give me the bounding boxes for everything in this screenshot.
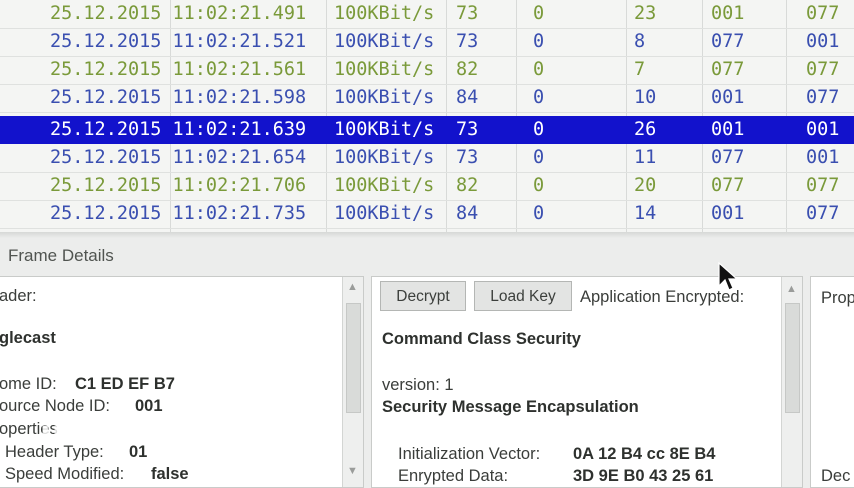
header-type-value: 01 xyxy=(129,443,148,461)
iv-value: 0A 12 B4 cc 8E B4 xyxy=(573,445,716,463)
packet-row[interactable]: 25.12.2015 11:02:21.735 100KBit/s 84 0 1… xyxy=(0,200,854,229)
cell: 0 xyxy=(533,31,545,52)
scroll-up-arrow-icon[interactable]: ▲ xyxy=(347,281,358,293)
cell: 001 xyxy=(806,119,840,140)
command-details-panel: Decrypt Load Key Application Encrypted: … xyxy=(371,276,803,488)
encrypted-data-label: Enrypted Data: xyxy=(398,467,509,485)
timestamp-cell: 25.12.2015 11:02:21.735 xyxy=(50,203,307,224)
usa-logo-watermark: usa xyxy=(40,413,101,451)
cell: 0 xyxy=(533,119,545,140)
cell: 0 xyxy=(533,3,545,24)
section-divider xyxy=(0,232,854,238)
cell: 11 xyxy=(634,147,657,168)
version-label: version: 1 xyxy=(382,376,454,394)
load-key-button[interactable]: Load Key xyxy=(474,281,572,311)
frame-details-title: Frame Details xyxy=(8,246,114,265)
singlecast-label: glecast xyxy=(0,329,56,347)
packet-row-selected[interactable]: 25.12.2015 11:02:21.639 100KBit/s 73 0 2… xyxy=(0,116,854,144)
rate-cell: 100KBit/s xyxy=(334,87,435,108)
packet-row[interactable]: 25.12.2015 11:02:21.491 100KBit/s 73 0 2… xyxy=(0,0,854,29)
timestamp-cell: 25.12.2015 11:02:21.639 xyxy=(50,119,307,140)
cell: 73 xyxy=(456,119,479,140)
cell: 077 xyxy=(806,3,840,24)
home-id-label: ome ID: xyxy=(0,375,57,393)
timestamp-cell: 25.12.2015 11:02:21.598 xyxy=(50,87,307,108)
cell: 077 xyxy=(806,59,840,80)
scroll-up-arrow-icon[interactable]: ▲ xyxy=(786,283,797,295)
rate-cell: 100KBit/s xyxy=(334,203,435,224)
rate-cell: 100KBit/s xyxy=(334,59,435,80)
rate-cell: 100KBit/s xyxy=(334,31,435,52)
packet-table: 25.12.2015 11:02:21.491 100KBit/s 73 0 2… xyxy=(0,0,854,232)
timestamp-cell: 25.12.2015 11:02:21.521 xyxy=(50,31,307,52)
scroll-down-arrow-icon[interactable]: ▼ xyxy=(347,465,358,477)
cell: 84 xyxy=(456,203,479,224)
decrypt-button[interactable]: Decrypt xyxy=(380,281,466,311)
cell: 001 xyxy=(711,203,745,224)
encrypted-data-value: 3D 9E B0 43 25 61 xyxy=(573,467,714,485)
timestamp-cell: 25.12.2015 11:02:21.491 xyxy=(50,3,307,24)
command-class-label: Command Class Security xyxy=(382,330,581,348)
cell: 001 xyxy=(711,3,745,24)
properties-title: Prop xyxy=(821,289,854,307)
header-label: ader: xyxy=(0,287,37,305)
message-type-label: Security Message Encapsulation xyxy=(382,398,639,416)
cell: 0 xyxy=(533,147,545,168)
source-node-value: 001 xyxy=(135,397,163,415)
cell: 077 xyxy=(711,147,745,168)
cell: 73 xyxy=(456,147,479,168)
cell: 077 xyxy=(711,31,745,52)
header-panel-scrollbar[interactable]: ▲ ▼ xyxy=(342,277,363,487)
rate-cell: 100KBit/s xyxy=(334,175,435,196)
cell: 14 xyxy=(634,203,657,224)
packet-row[interactable]: 25.12.2015 11:02:21.521 100KBit/s 73 0 8… xyxy=(0,28,854,57)
cell: 077 xyxy=(806,203,840,224)
speed-modified-label: Speed Modified: xyxy=(5,465,125,483)
rate-cell: 100KBit/s xyxy=(334,147,435,168)
timestamp-cell: 25.12.2015 11:02:21.654 xyxy=(50,147,307,168)
cell: 077 xyxy=(806,175,840,196)
cell: 73 xyxy=(456,3,479,24)
timestamp-cell: 25.12.2015 11:02:21.561 xyxy=(50,59,307,80)
cell: 7 xyxy=(634,59,646,80)
cell: 077 xyxy=(711,59,745,80)
cell: 23 xyxy=(634,3,657,24)
scroll-thumb[interactable] xyxy=(785,303,800,413)
cell: 001 xyxy=(711,119,745,140)
cell: 82 xyxy=(456,175,479,196)
cell: 0 xyxy=(533,59,545,80)
properties-bottom-label: Dec xyxy=(821,467,851,485)
scroll-thumb[interactable] xyxy=(346,303,361,413)
cell: 077 xyxy=(711,175,745,196)
timestamp-cell: 25.12.2015 11:02:21.706 xyxy=(50,175,307,196)
rate-cell: 100KBit/s xyxy=(334,119,435,140)
cell: 84 xyxy=(456,87,479,108)
cell: 20 xyxy=(634,175,657,196)
mouse-cursor-icon xyxy=(718,262,739,291)
command-panel-scrollbar[interactable]: ▲ xyxy=(781,277,802,487)
cell: 077 xyxy=(806,87,840,108)
header-details-panel: ader: glecast ome ID: C1 ED EF B7 ource … xyxy=(0,276,364,488)
packet-row[interactable]: 25.12.2015 11:02:21.598 100KBit/s 84 0 1… xyxy=(0,84,854,113)
speed-modified-value: false xyxy=(151,465,189,483)
home-id-value: C1 ED EF B7 xyxy=(75,375,175,393)
rate-cell: 100KBit/s xyxy=(334,3,435,24)
packet-row[interactable]: 25.12.2015 11:02:21.654 100KBit/s 73 0 1… xyxy=(0,144,854,173)
packet-row[interactable]: 25.12.2015 11:02:21.561 100KBit/s 82 0 7… xyxy=(0,56,854,85)
cell: 001 xyxy=(806,147,840,168)
packet-row[interactable]: 25.12.2015 11:02:21.706 100KBit/s 82 0 2… xyxy=(0,172,854,201)
cell: 26 xyxy=(634,119,657,140)
cell: 0 xyxy=(533,203,545,224)
cell: 8 xyxy=(634,31,646,52)
cell: 82 xyxy=(456,59,479,80)
cell: 73 xyxy=(456,31,479,52)
cell: 10 xyxy=(634,87,657,108)
cell: 0 xyxy=(533,175,545,196)
properties-panel: Prop Dec xyxy=(810,276,854,488)
cell: 001 xyxy=(806,31,840,52)
iv-label: Initialization Vector: xyxy=(398,445,541,463)
cell: 001 xyxy=(711,87,745,108)
cell: 0 xyxy=(533,87,545,108)
